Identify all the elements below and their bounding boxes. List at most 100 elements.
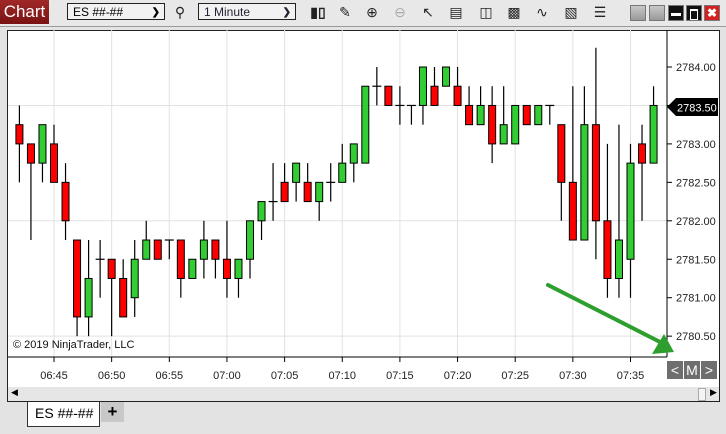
price-label: 2782.00 xyxy=(676,216,716,228)
candle xyxy=(95,240,105,298)
candle xyxy=(257,201,266,241)
candle-body xyxy=(84,277,93,318)
candle xyxy=(38,124,47,183)
candle xyxy=(153,239,162,260)
grid xyxy=(8,30,667,357)
candle xyxy=(476,86,485,126)
price-label: 2781.00 xyxy=(676,293,716,305)
candle xyxy=(522,104,531,126)
horizontal-scrollbar[interactable]: ◀ ▶ xyxy=(8,387,719,401)
candle-body xyxy=(465,104,474,126)
candle xyxy=(326,163,336,202)
last-price-label: 2783.50 xyxy=(677,103,717,115)
candle xyxy=(211,239,220,279)
candle xyxy=(384,85,393,106)
candle-body xyxy=(176,239,185,279)
tab-instrument[interactable]: ES ##-## xyxy=(27,402,100,427)
candle-body xyxy=(638,143,647,164)
annotation-arrow xyxy=(546,283,674,354)
candle-body xyxy=(626,162,635,260)
candle xyxy=(26,143,35,241)
price-label: 2782.50 xyxy=(676,177,716,189)
time-label: 07:05 xyxy=(271,370,299,382)
price-label: 2783.00 xyxy=(676,139,716,151)
candle-body xyxy=(568,181,577,241)
time-label: 07:15 xyxy=(386,370,414,382)
candle xyxy=(580,86,589,241)
scroll-back-button[interactable]: < xyxy=(667,361,683,379)
candle xyxy=(50,124,58,183)
candle xyxy=(199,220,208,279)
candle xyxy=(568,86,577,241)
candle-body xyxy=(234,258,243,279)
candle xyxy=(511,104,520,145)
arrow-head xyxy=(652,334,674,354)
candle-body xyxy=(222,258,231,279)
candle-body xyxy=(38,124,47,164)
candle-body xyxy=(15,124,24,145)
candle xyxy=(130,240,139,317)
candle-body xyxy=(557,124,566,183)
candle xyxy=(164,239,174,260)
candle-body xyxy=(292,162,301,183)
candle xyxy=(488,86,497,164)
chart-canvas[interactable]: 2784.00 2783.00 2782.50 2782.00 2781.50 2781.… xyxy=(0,0,726,434)
candle-body xyxy=(614,239,623,279)
candle xyxy=(499,86,508,145)
candle-body xyxy=(476,104,485,126)
candle-body xyxy=(61,181,70,222)
candle xyxy=(61,163,70,241)
candle xyxy=(303,163,312,203)
candle xyxy=(292,162,301,202)
candle-body xyxy=(257,201,266,222)
scrollbar-thumb[interactable] xyxy=(698,388,706,401)
candle-body xyxy=(211,239,220,260)
time-label: 07:35 xyxy=(617,370,645,382)
candle xyxy=(465,86,474,126)
candle-body xyxy=(499,124,508,145)
price-label: 2781.50 xyxy=(676,254,716,266)
candle xyxy=(176,239,185,298)
candle xyxy=(418,66,427,125)
candle-body xyxy=(280,181,289,203)
time-label: 07:25 xyxy=(501,370,529,382)
candle xyxy=(338,143,347,183)
time-label: 06:55 xyxy=(156,370,184,382)
candle-body xyxy=(73,239,82,318)
scroll-forward-button[interactable]: > xyxy=(701,361,717,379)
candle xyxy=(406,104,416,125)
candle-body xyxy=(534,104,543,126)
scroll-right-arrow-icon[interactable]: ▶ xyxy=(710,387,717,398)
scroll-middle-button[interactable]: M xyxy=(684,361,700,379)
candle-body xyxy=(384,85,393,106)
time-label: 06:50 xyxy=(98,370,126,382)
candle xyxy=(315,181,324,221)
candle-body xyxy=(361,85,370,164)
candle-body xyxy=(119,277,128,318)
time-label: 07:20 xyxy=(444,370,472,382)
candle-body xyxy=(591,124,600,222)
candle xyxy=(453,67,462,106)
copyright-text: © 2019 NinjaTrader, LLC xyxy=(13,339,134,351)
candle xyxy=(268,163,278,221)
candle-body xyxy=(338,162,347,183)
candle-body xyxy=(649,104,658,164)
candle xyxy=(349,143,358,183)
candle xyxy=(372,67,382,106)
candle-body xyxy=(303,181,312,203)
candle xyxy=(84,240,93,337)
candle xyxy=(545,104,555,125)
candle-body xyxy=(130,258,139,299)
candle-body xyxy=(349,143,358,164)
candle xyxy=(591,47,600,260)
candle xyxy=(395,86,405,125)
time-label: 07:10 xyxy=(328,370,356,382)
time-label: 07:00 xyxy=(213,370,241,382)
scroll-left-arrow-icon[interactable]: ◀ xyxy=(11,387,18,398)
candle-body xyxy=(50,143,58,183)
candle-body xyxy=(142,239,151,260)
candle-body xyxy=(315,181,324,203)
candle xyxy=(280,163,289,203)
candle xyxy=(430,67,439,106)
add-tab-button[interactable]: + xyxy=(101,402,124,422)
